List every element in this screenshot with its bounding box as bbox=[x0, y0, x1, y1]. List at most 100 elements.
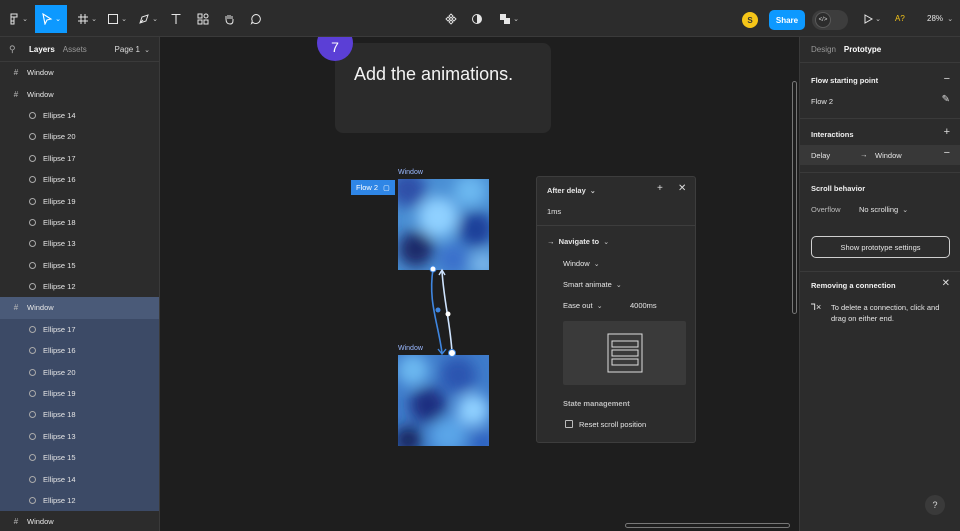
prototype-connections[interactable] bbox=[420, 262, 470, 362]
connection-start-handle[interactable] bbox=[429, 265, 437, 273]
reset-scroll-label[interactable]: Reset scroll position bbox=[579, 420, 646, 429]
layer-ellipse[interactable]: Ellipse 12 bbox=[0, 276, 159, 297]
interactions-heading: Interactions bbox=[811, 130, 854, 139]
layer-ellipse[interactable]: Ellipse 17 bbox=[0, 148, 159, 169]
hand-tool-button[interactable] bbox=[220, 5, 238, 33]
vertical-scrollbar[interactable] bbox=[792, 81, 797, 314]
layer-label: Ellipse 18 bbox=[43, 217, 76, 227]
user-avatar[interactable]: S bbox=[742, 12, 758, 28]
animation-dropdown[interactable]: Smart animate ⌄ bbox=[563, 280, 622, 289]
remove-flow-icon[interactable]: − bbox=[944, 73, 950, 85]
component-button[interactable] bbox=[442, 5, 460, 33]
chevron-down-icon: ⌄ bbox=[593, 261, 600, 268]
close-icon[interactable]: ✕ bbox=[678, 183, 686, 194]
remove-connection-text: To delete a connection, click and drag o… bbox=[831, 303, 940, 323]
tab-layers[interactable]: Layers bbox=[29, 45, 55, 54]
overflow-label: Overflow bbox=[811, 205, 841, 214]
layer-ellipse[interactable]: Ellipse 12 bbox=[0, 489, 159, 512]
present-button[interactable]: ⌄ bbox=[860, 5, 884, 33]
zoom-dropdown[interactable]: 28% ⌄ bbox=[927, 14, 953, 23]
layer-ellipse[interactable]: Ellipse 13 bbox=[0, 425, 159, 448]
frame-icon: # bbox=[13, 89, 19, 99]
layer-frame[interactable]: # Window bbox=[0, 511, 159, 531]
layer-ellipse[interactable]: Ellipse 13 bbox=[0, 233, 159, 254]
layer-ellipse[interactable]: Ellipse 15 bbox=[0, 255, 159, 276]
layer-ellipse[interactable]: Ellipse 18 bbox=[0, 404, 159, 426]
layer-ellipse[interactable]: Ellipse 16 bbox=[0, 169, 159, 190]
destination-dropdown[interactable]: Window ⌄ bbox=[563, 259, 600, 268]
overflow-dropdown[interactable]: No scrolling ⌄ bbox=[859, 205, 908, 214]
layer-ellipse[interactable]: Ellipse 19 bbox=[0, 382, 159, 405]
flow-start-tag[interactable]: Flow 2 ▢ bbox=[351, 180, 395, 195]
dev-mode-toggle[interactable]: </> bbox=[812, 10, 848, 30]
pen-tool-button[interactable]: ⌄ bbox=[135, 5, 161, 33]
duration-input[interactable]: 4000ms bbox=[630, 301, 657, 310]
shape-tool-button[interactable]: ⌄ bbox=[104, 5, 130, 33]
layer-ellipse[interactable]: Ellipse 16 bbox=[0, 340, 159, 362]
edit-icon[interactable]: ✎ bbox=[942, 94, 950, 105]
reset-scroll-checkbox[interactable] bbox=[565, 420, 573, 428]
tab-design[interactable]: Design bbox=[811, 45, 836, 54]
easing-dropdown[interactable]: Ease out ⌄ bbox=[563, 301, 603, 310]
layer-ellipse[interactable]: Ellipse 17 bbox=[0, 318, 159, 341]
layer-ellipse[interactable]: Ellipse 14 bbox=[0, 105, 159, 126]
ellipse-icon bbox=[29, 432, 36, 440]
tab-assets[interactable]: Assets bbox=[63, 45, 87, 54]
remove-interaction-icon[interactable]: − bbox=[944, 147, 950, 159]
connection-back[interactable] bbox=[441, 270, 453, 353]
layer-frame[interactable]: # Window bbox=[0, 83, 159, 104]
chevron-down-icon: ⌄ bbox=[947, 16, 954, 23]
action-dropdown[interactable]: → Navigate to ⌄ bbox=[547, 237, 609, 246]
text-tool-button[interactable] bbox=[167, 5, 185, 33]
ellipse-icon bbox=[29, 347, 36, 355]
comment-tool-button[interactable] bbox=[247, 5, 265, 33]
canvas[interactable]: 7 Add the animations. Window Flow 2 ▢ Win… bbox=[160, 37, 799, 531]
trigger-dropdown[interactable]: After delay ⌄ bbox=[547, 186, 596, 195]
connection-end-handle[interactable] bbox=[448, 349, 456, 357]
chevron-down-icon: ⌄ bbox=[603, 239, 610, 246]
ellipse-icon bbox=[29, 283, 36, 291]
tab-prototype[interactable]: Prototype bbox=[844, 45, 881, 54]
layer-ellipse[interactable]: Ellipse 20 bbox=[0, 126, 159, 147]
frame-label-top[interactable]: Window bbox=[398, 169, 423, 176]
layer-ellipse[interactable]: Ellipse 19 bbox=[0, 190, 159, 211]
add-icon[interactable]: + bbox=[657, 183, 663, 194]
component-diamond-icon bbox=[445, 13, 457, 25]
frame-window-top[interactable] bbox=[398, 179, 489, 270]
chevron-down-icon: ⌄ bbox=[589, 188, 596, 195]
overflow-value: No scrolling bbox=[859, 205, 899, 214]
close-icon[interactable]: ✕ bbox=[942, 278, 950, 289]
connection-midpoint[interactable] bbox=[445, 311, 451, 317]
show-prototype-settings-button[interactable]: Show prototype settings bbox=[811, 236, 950, 258]
mask-button[interactable] bbox=[468, 5, 486, 33]
text-icon bbox=[171, 13, 181, 24]
pen-icon bbox=[139, 14, 149, 24]
layer-ellipse[interactable]: Ellipse 20 bbox=[0, 361, 159, 383]
horizontal-scrollbar[interactable] bbox=[625, 523, 790, 528]
search-icon[interactable]: ⚲ bbox=[9, 44, 21, 55]
page-selector[interactable]: Page 1 ⌄ bbox=[115, 45, 150, 54]
window-preview-icon bbox=[607, 333, 643, 373]
help-button[interactable]: ? bbox=[925, 495, 945, 515]
layer-ellipse[interactable]: Ellipse 15 bbox=[0, 447, 159, 469]
boolean-button[interactable]: ⌄ bbox=[496, 5, 522, 33]
connection-midpoint[interactable] bbox=[435, 307, 441, 313]
share-button[interactable]: Share bbox=[769, 10, 805, 30]
layer-frame[interactable]: # Window bbox=[0, 62, 159, 83]
main-menu-button[interactable]: ⌄ bbox=[6, 5, 30, 33]
layer-ellipse[interactable]: Ellipse 18 bbox=[0, 212, 159, 233]
resources-button[interactable] bbox=[194, 5, 212, 33]
add-interaction-icon[interactable]: + bbox=[944, 126, 950, 138]
ai-badge[interactable]: A? bbox=[895, 14, 905, 23]
frame-tool-button[interactable]: ⌄ bbox=[74, 5, 100, 33]
flow-name[interactable]: Flow 2 bbox=[811, 97, 833, 106]
remove-connection-heading: Removing a connection bbox=[811, 281, 896, 290]
delay-input[interactable]: 1ms bbox=[547, 207, 561, 216]
move-tool-button[interactable]: ⌄ bbox=[35, 5, 67, 33]
blurred-blobs-image bbox=[398, 179, 489, 270]
layer-ellipse[interactable]: Ellipse 14 bbox=[0, 468, 159, 490]
frame-window-bottom[interactable] bbox=[398, 355, 489, 446]
layer-frame[interactable]: # Window bbox=[0, 297, 159, 319]
layer-label: Ellipse 12 bbox=[43, 282, 76, 292]
ellipse-icon bbox=[29, 454, 36, 462]
